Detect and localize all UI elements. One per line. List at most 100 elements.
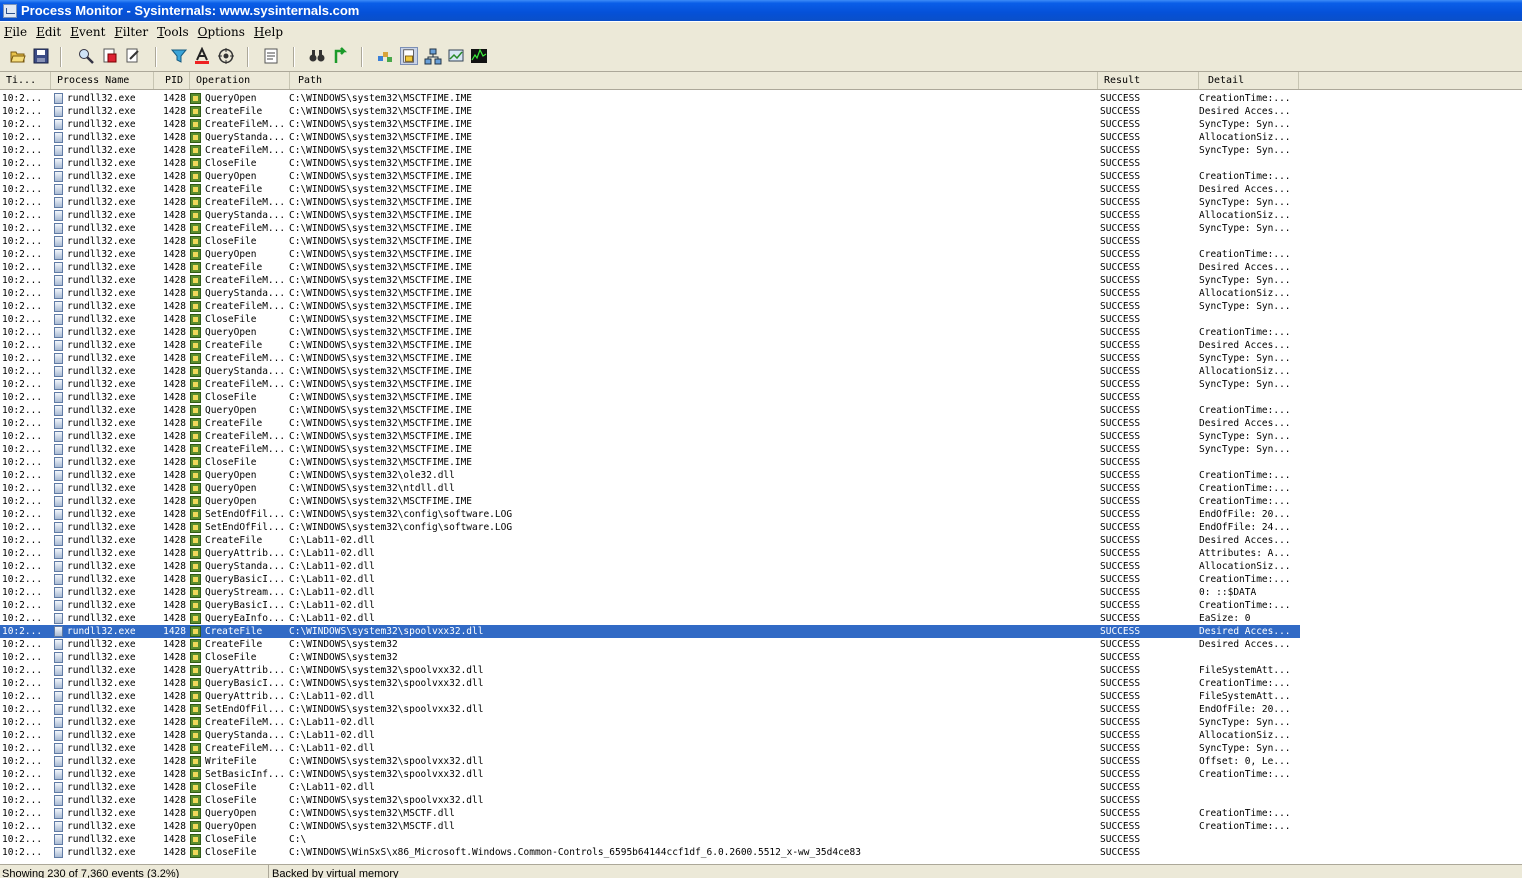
- table-row[interactable]: 10:2... rundll32.exe 1428 CreateFileM... C:\…: [0, 443, 1300, 456]
- table-row[interactable]: 10:2... rundll32.exe 1428 CloseFile C:\WINDO…: [0, 456, 1300, 469]
- registry-icon[interactable]: [376, 47, 394, 65]
- table-row[interactable]: 10:2... rundll32.exe 1428 SetBasicInf... C:\…: [0, 768, 1300, 781]
- table-row[interactable]: 10:2... rundll32.exe 1428 QueryOpen C:\WINDO…: [0, 170, 1300, 183]
- menu-tools[interactable]: Tools: [153, 25, 193, 39]
- open-icon[interactable]: [9, 47, 27, 65]
- table-row[interactable]: 10:2... rundll32.exe 1428 CreateFileM... C:\…: [0, 430, 1300, 443]
- process-icon: [54, 405, 63, 416]
- table-row[interactable]: 10:2... rundll32.exe 1428 QueryOpen C:\WINDO…: [0, 469, 1300, 482]
- table-row[interactable]: 10:2... rundll32.exe 1428 WriteFile C:\WINDO…: [0, 755, 1300, 768]
- table-row[interactable]: 10:2... rundll32.exe 1428 CreateFile C:\WIND…: [0, 638, 1300, 651]
- table-row[interactable]: 10:2... rundll32.exe 1428 QueryStanda... C:\…: [0, 131, 1300, 144]
- table-row[interactable]: 10:2... rundll32.exe 1428 CreateFileM... C:\…: [0, 378, 1300, 391]
- network-icon[interactable]: [424, 47, 442, 65]
- table-row[interactable]: 10:2... rundll32.exe 1428 CreateFile C:\WIND…: [0, 261, 1300, 274]
- menu-event[interactable]: Event: [66, 25, 109, 39]
- table-row[interactable]: 10:2... rundll32.exe 1428 QueryOpen C:\WINDO…: [0, 807, 1300, 820]
- table-row[interactable]: 10:2... rundll32.exe 1428 CloseFile C:\WINDO…: [0, 651, 1300, 664]
- table-row[interactable]: 10:2... rundll32.exe 1428 CreateFileM... C:\…: [0, 742, 1300, 755]
- table-row[interactable]: 10:2... rundll32.exe 1428 CloseFile C:\WINDO…: [0, 391, 1300, 404]
- cell-proc: rundll32.exe: [67, 431, 136, 442]
- jump-icon[interactable]: [332, 47, 350, 65]
- table-row[interactable]: 10:2... rundll32.exe 1428 CloseFile C:\Lab11…: [0, 781, 1300, 794]
- column-process-name[interactable]: Process Name: [51, 72, 154, 89]
- table-row[interactable]: 10:2... rundll32.exe 1428 QueryStanda... C:\…: [0, 209, 1300, 222]
- target-icon[interactable]: [217, 47, 235, 65]
- table-row[interactable]: 10:2... rundll32.exe 1428 CreateFile C:\WIND…: [0, 183, 1300, 196]
- filesystem-icon[interactable]: [400, 47, 418, 65]
- table-row[interactable]: 10:2... rundll32.exe 1428 QueryOpen C:\WINDO…: [0, 326, 1300, 339]
- table-row[interactable]: 10:2... rundll32.exe 1428 QueryOpen C:\WINDO…: [0, 404, 1300, 417]
- process-icon[interactable]: [447, 47, 465, 65]
- table-row[interactable]: 10:2... rundll32.exe 1428 CreateFileM... C:\…: [0, 274, 1300, 287]
- cell-det: EndOfFile: 20...: [1199, 704, 1291, 715]
- table-row[interactable]: 10:2... rundll32.exe 1428 CloseFile C:\WINDO…: [0, 313, 1300, 326]
- menu-filter[interactable]: Filter: [110, 25, 152, 39]
- cell-pid: 1428: [163, 678, 186, 689]
- table-row[interactable]: 10:2... rundll32.exe 1428 QueryOpen C:\WINDO…: [0, 92, 1300, 105]
- table-row[interactable]: 10:2... rundll32.exe 1428 CreateFile C:\WIND…: [0, 105, 1300, 118]
- table-row[interactable]: 10:2... rundll32.exe 1428 QueryAttrib... C:\…: [0, 664, 1300, 677]
- column-result[interactable]: Result: [1098, 72, 1199, 89]
- magnify-icon[interactable]: [77, 47, 95, 65]
- table-row[interactable]: 10:2... rundll32.exe 1428 CloseFile C:\WINDO…: [0, 235, 1300, 248]
- table-row[interactable]: 10:2... rundll32.exe 1428 QueryBasicI... C:\…: [0, 599, 1300, 612]
- filter-icon[interactable]: [170, 47, 188, 65]
- table-row[interactable]: 10:2... rundll32.exe 1428 CreateFileM... C:\…: [0, 222, 1300, 235]
- column-detail[interactable]: Detail: [1199, 72, 1299, 89]
- cell-path: C:\WINDOWS\system32\spoolvxx32.dll: [289, 665, 484, 676]
- table-row[interactable]: 10:2... rundll32.exe 1428 QueryStanda... C:\…: [0, 287, 1300, 300]
- cell-pid: 1428: [163, 158, 186, 169]
- table-row[interactable]: 10:2... rundll32.exe 1428 CreateFile C:\WIND…: [0, 417, 1300, 430]
- filesystem-op-icon: [190, 197, 201, 208]
- table-row[interactable]: 10:2... rundll32.exe 1428 SetEndOfFil... C:\…: [0, 703, 1300, 716]
- save-icon[interactable]: [32, 47, 50, 65]
- menu-edit[interactable]: Edit: [32, 25, 65, 39]
- table-row[interactable]: 10:2... rundll32.exe 1428 CloseFile C:\WINDO…: [0, 157, 1300, 170]
- table-row[interactable]: 10:2... rundll32.exe 1428 QueryStanda... C:\…: [0, 729, 1300, 742]
- table-row[interactable]: 10:2... rundll32.exe 1428 CreateFileM... C:\…: [0, 352, 1300, 365]
- profiling-icon[interactable]: [470, 47, 488, 65]
- table-row[interactable]: 10:2... rundll32.exe 1428 CloseFile C:\WINDO…: [0, 846, 1300, 859]
- column-path[interactable]: Path: [290, 72, 1098, 89]
- event-list[interactable]: 10:2... rundll32.exe 1428 QueryOpen C:\WINDO…: [0, 92, 1522, 862]
- table-row[interactable]: 10:2... rundll32.exe 1428 QueryOpen C:\WINDO…: [0, 248, 1300, 261]
- table-row[interactable]: 10:2... rundll32.exe 1428 CreateFileM... C:\…: [0, 144, 1300, 157]
- clear-icon[interactable]: [124, 47, 142, 65]
- table-row[interactable]: 10:2... rundll32.exe 1428 QueryOpen C:\WINDO…: [0, 495, 1300, 508]
- table-row[interactable]: 10:2... rundll32.exe 1428 CreateFileM... C:\…: [0, 196, 1300, 209]
- table-row[interactable]: 10:2... rundll32.exe 1428 CreateFileM... C:\…: [0, 716, 1300, 729]
- table-row[interactable]: 10:2... rundll32.exe 1428 QueryBasicI... C:\…: [0, 573, 1300, 586]
- table-row[interactable]: 10:2... rundll32.exe 1428 CreateFileM... C:\…: [0, 300, 1300, 313]
- cell-time: 10:2...: [2, 249, 43, 260]
- table-row[interactable]: 10:2... rundll32.exe 1428 QueryStanda... C:\…: [0, 365, 1300, 378]
- menu-options[interactable]: Options: [194, 25, 249, 39]
- highlight-icon[interactable]: [193, 47, 211, 65]
- table-row[interactable]: 10:2... rundll32.exe 1428 QueryEaInfo... C:\…: [0, 612, 1300, 625]
- table-row[interactable]: 10:2... rundll32.exe 1428 CreateFile C:\WIND…: [0, 625, 1300, 638]
- table-row[interactable]: 10:2... rundll32.exe 1428 QueryOpen C:\WINDO…: [0, 820, 1300, 833]
- table-row[interactable]: 10:2... rundll32.exe 1428 CreateFile C:\WIND…: [0, 339, 1300, 352]
- cell-op: CreateFileM...: [205, 145, 285, 156]
- table-row[interactable]: 10:2... rundll32.exe 1428 QueryAttrib... C:\…: [0, 547, 1300, 560]
- table-row[interactable]: 10:2... rundll32.exe 1428 CloseFile C:\WINDO…: [0, 794, 1300, 807]
- table-row[interactable]: 10:2... rundll32.exe 1428 QueryOpen C:\WINDO…: [0, 482, 1300, 495]
- table-row[interactable]: 10:2... rundll32.exe 1428 CloseFile C:\ SUCCE…: [0, 833, 1300, 846]
- column-operation[interactable]: Operation: [190, 72, 290, 89]
- table-row[interactable]: 10:2... rundll32.exe 1428 QueryStream... C:\…: [0, 586, 1300, 599]
- find-icon[interactable]: [308, 47, 326, 65]
- menu-help[interactable]: Help: [250, 25, 287, 39]
- table-row[interactable]: 10:2... rundll32.exe 1428 SetEndOfFil... C:\…: [0, 521, 1300, 534]
- table-row[interactable]: 10:2... rundll32.exe 1428 QueryBasicI... C:\…: [0, 677, 1300, 690]
- capture-icon[interactable]: [101, 47, 119, 65]
- column-pid[interactable]: PID: [154, 72, 190, 89]
- table-row[interactable]: 10:2... rundll32.exe 1428 SetEndOfFil... C:\…: [0, 508, 1300, 521]
- menu-file[interactable]: File: [0, 25, 31, 39]
- column-time[interactable]: Ti...: [0, 72, 51, 89]
- properties-icon[interactable]: [262, 47, 280, 65]
- cell-res: SUCCESS: [1100, 457, 1141, 468]
- table-row[interactable]: 10:2... rundll32.exe 1428 QueryStanda... C:\…: [0, 560, 1300, 573]
- table-row[interactable]: 10:2... rundll32.exe 1428 QueryAttrib... C:\…: [0, 690, 1300, 703]
- table-row[interactable]: 10:2... rundll32.exe 1428 CreateFileM... C:\…: [0, 118, 1300, 131]
- table-row[interactable]: 10:2... rundll32.exe 1428 CreateFile C:\Lab1…: [0, 534, 1300, 547]
